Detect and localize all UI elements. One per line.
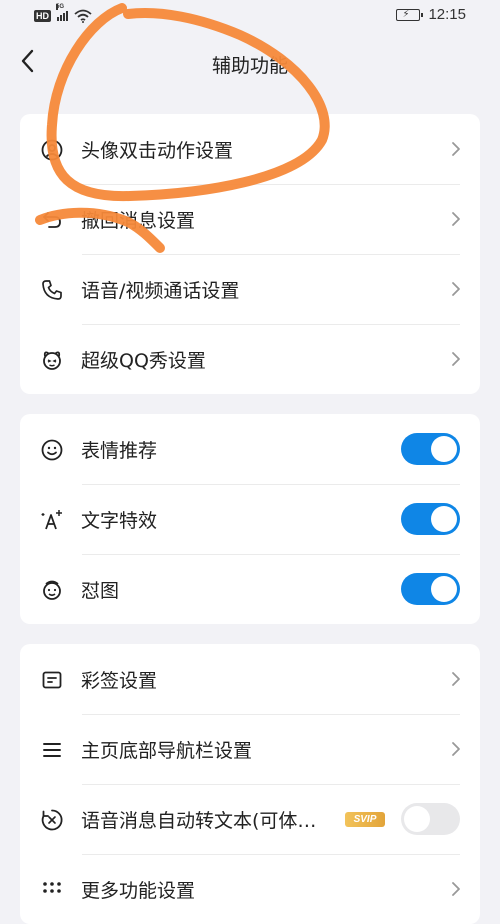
text-effect-setting: 文字特效 — [20, 484, 480, 554]
nav-bar: 辅助功能 — [0, 34, 500, 90]
sticker-reply-toggle[interactable] — [401, 573, 460, 605]
color-tag-setting[interactable]: 彩签设置 — [20, 644, 480, 714]
avatar-double-click-setting[interactable]: 头像双击动作设置 — [20, 114, 480, 184]
row-label: 文字特效 — [81, 509, 158, 532]
signal-icon: 5G — [56, 4, 68, 21]
row-label: 怼图 — [81, 579, 120, 602]
chevron-right-icon — [452, 282, 460, 296]
chevron-right-icon — [452, 352, 460, 366]
toggle-knob — [431, 436, 457, 462]
sticker-reply-setting: 怼图 — [20, 554, 480, 624]
chevron-right-icon — [452, 672, 460, 686]
hd-badge: HD — [34, 10, 51, 22]
status-bar: HD 5G ⚡ 12:15 — [0, 0, 500, 34]
super-qq-show-setting[interactable]: 超级QQ秀设置 — [20, 324, 480, 394]
row-label: 撤回消息设置 — [81, 209, 196, 232]
row-label: 语音/视频通话设置 — [81, 279, 240, 302]
chevron-right-icon — [452, 142, 460, 156]
voice-to-text-toggle[interactable] — [401, 803, 460, 835]
row-label: 彩签设置 — [81, 669, 158, 692]
recall-icon — [43, 212, 61, 228]
network-type-label: 5G — [56, 4, 65, 10]
qqshow-icon — [43, 351, 61, 370]
chevron-right-icon — [452, 882, 460, 896]
avatar-icon — [41, 139, 63, 161]
sticker-icon — [43, 580, 61, 600]
clock: 12:15 — [428, 6, 466, 23]
wifi-icon — [74, 9, 92, 23]
chevron-right-icon — [452, 742, 460, 756]
more-function-setting[interactable]: 更多功能设置 — [20, 854, 480, 924]
tag-icon — [42, 671, 62, 689]
call-setting[interactable]: 语音/视频通话设置 — [20, 254, 480, 324]
row-label: 更多功能设置 — [81, 879, 196, 902]
text-effect-icon — [41, 510, 62, 530]
row-label: 语音消息自动转文本(可体… — [81, 809, 317, 832]
recall-message-setting[interactable]: 撤回消息设置 — [20, 184, 480, 254]
row-label: 主页底部导航栏设置 — [81, 739, 253, 762]
more-icon — [43, 882, 61, 893]
phone-icon — [42, 280, 62, 300]
settings-group-2: 表情推荐 文字特效 怼图 — [20, 414, 480, 624]
svip-badge: SVIP — [345, 812, 385, 827]
smiley-icon — [41, 439, 63, 461]
text-effect-toggle[interactable] — [401, 503, 460, 535]
emoji-recommend-setting: 表情推荐 — [20, 414, 480, 484]
chevron-right-icon — [452, 212, 460, 226]
emoji-recommend-toggle[interactable] — [401, 433, 460, 465]
settings-group-3: 彩签设置 主页底部导航栏设置 语音消息自动转文本(可体… SVIP 更多功能设置 — [20, 644, 480, 924]
voice-to-text-setting: 语音消息自动转文本(可体… SVIP — [20, 784, 480, 854]
row-label: 表情推荐 — [81, 439, 158, 462]
toggle-knob — [431, 576, 457, 602]
page-title: 辅助功能 — [211, 55, 288, 77]
menu-icon — [43, 743, 61, 757]
bottom-nav-setting[interactable]: 主页底部导航栏设置 — [20, 714, 480, 784]
toggle-knob — [404, 806, 430, 832]
row-label: 超级QQ秀设置 — [81, 349, 206, 372]
settings-group-1: 头像双击动作设置 撤回消息设置 语音/视频通话设置 超级QQ秀设置 — [20, 114, 480, 394]
toggle-knob — [431, 506, 457, 532]
row-label: 头像双击动作设置 — [81, 139, 234, 162]
battery-icon: ⚡ — [396, 8, 424, 21]
voice-text-icon — [41, 809, 63, 831]
